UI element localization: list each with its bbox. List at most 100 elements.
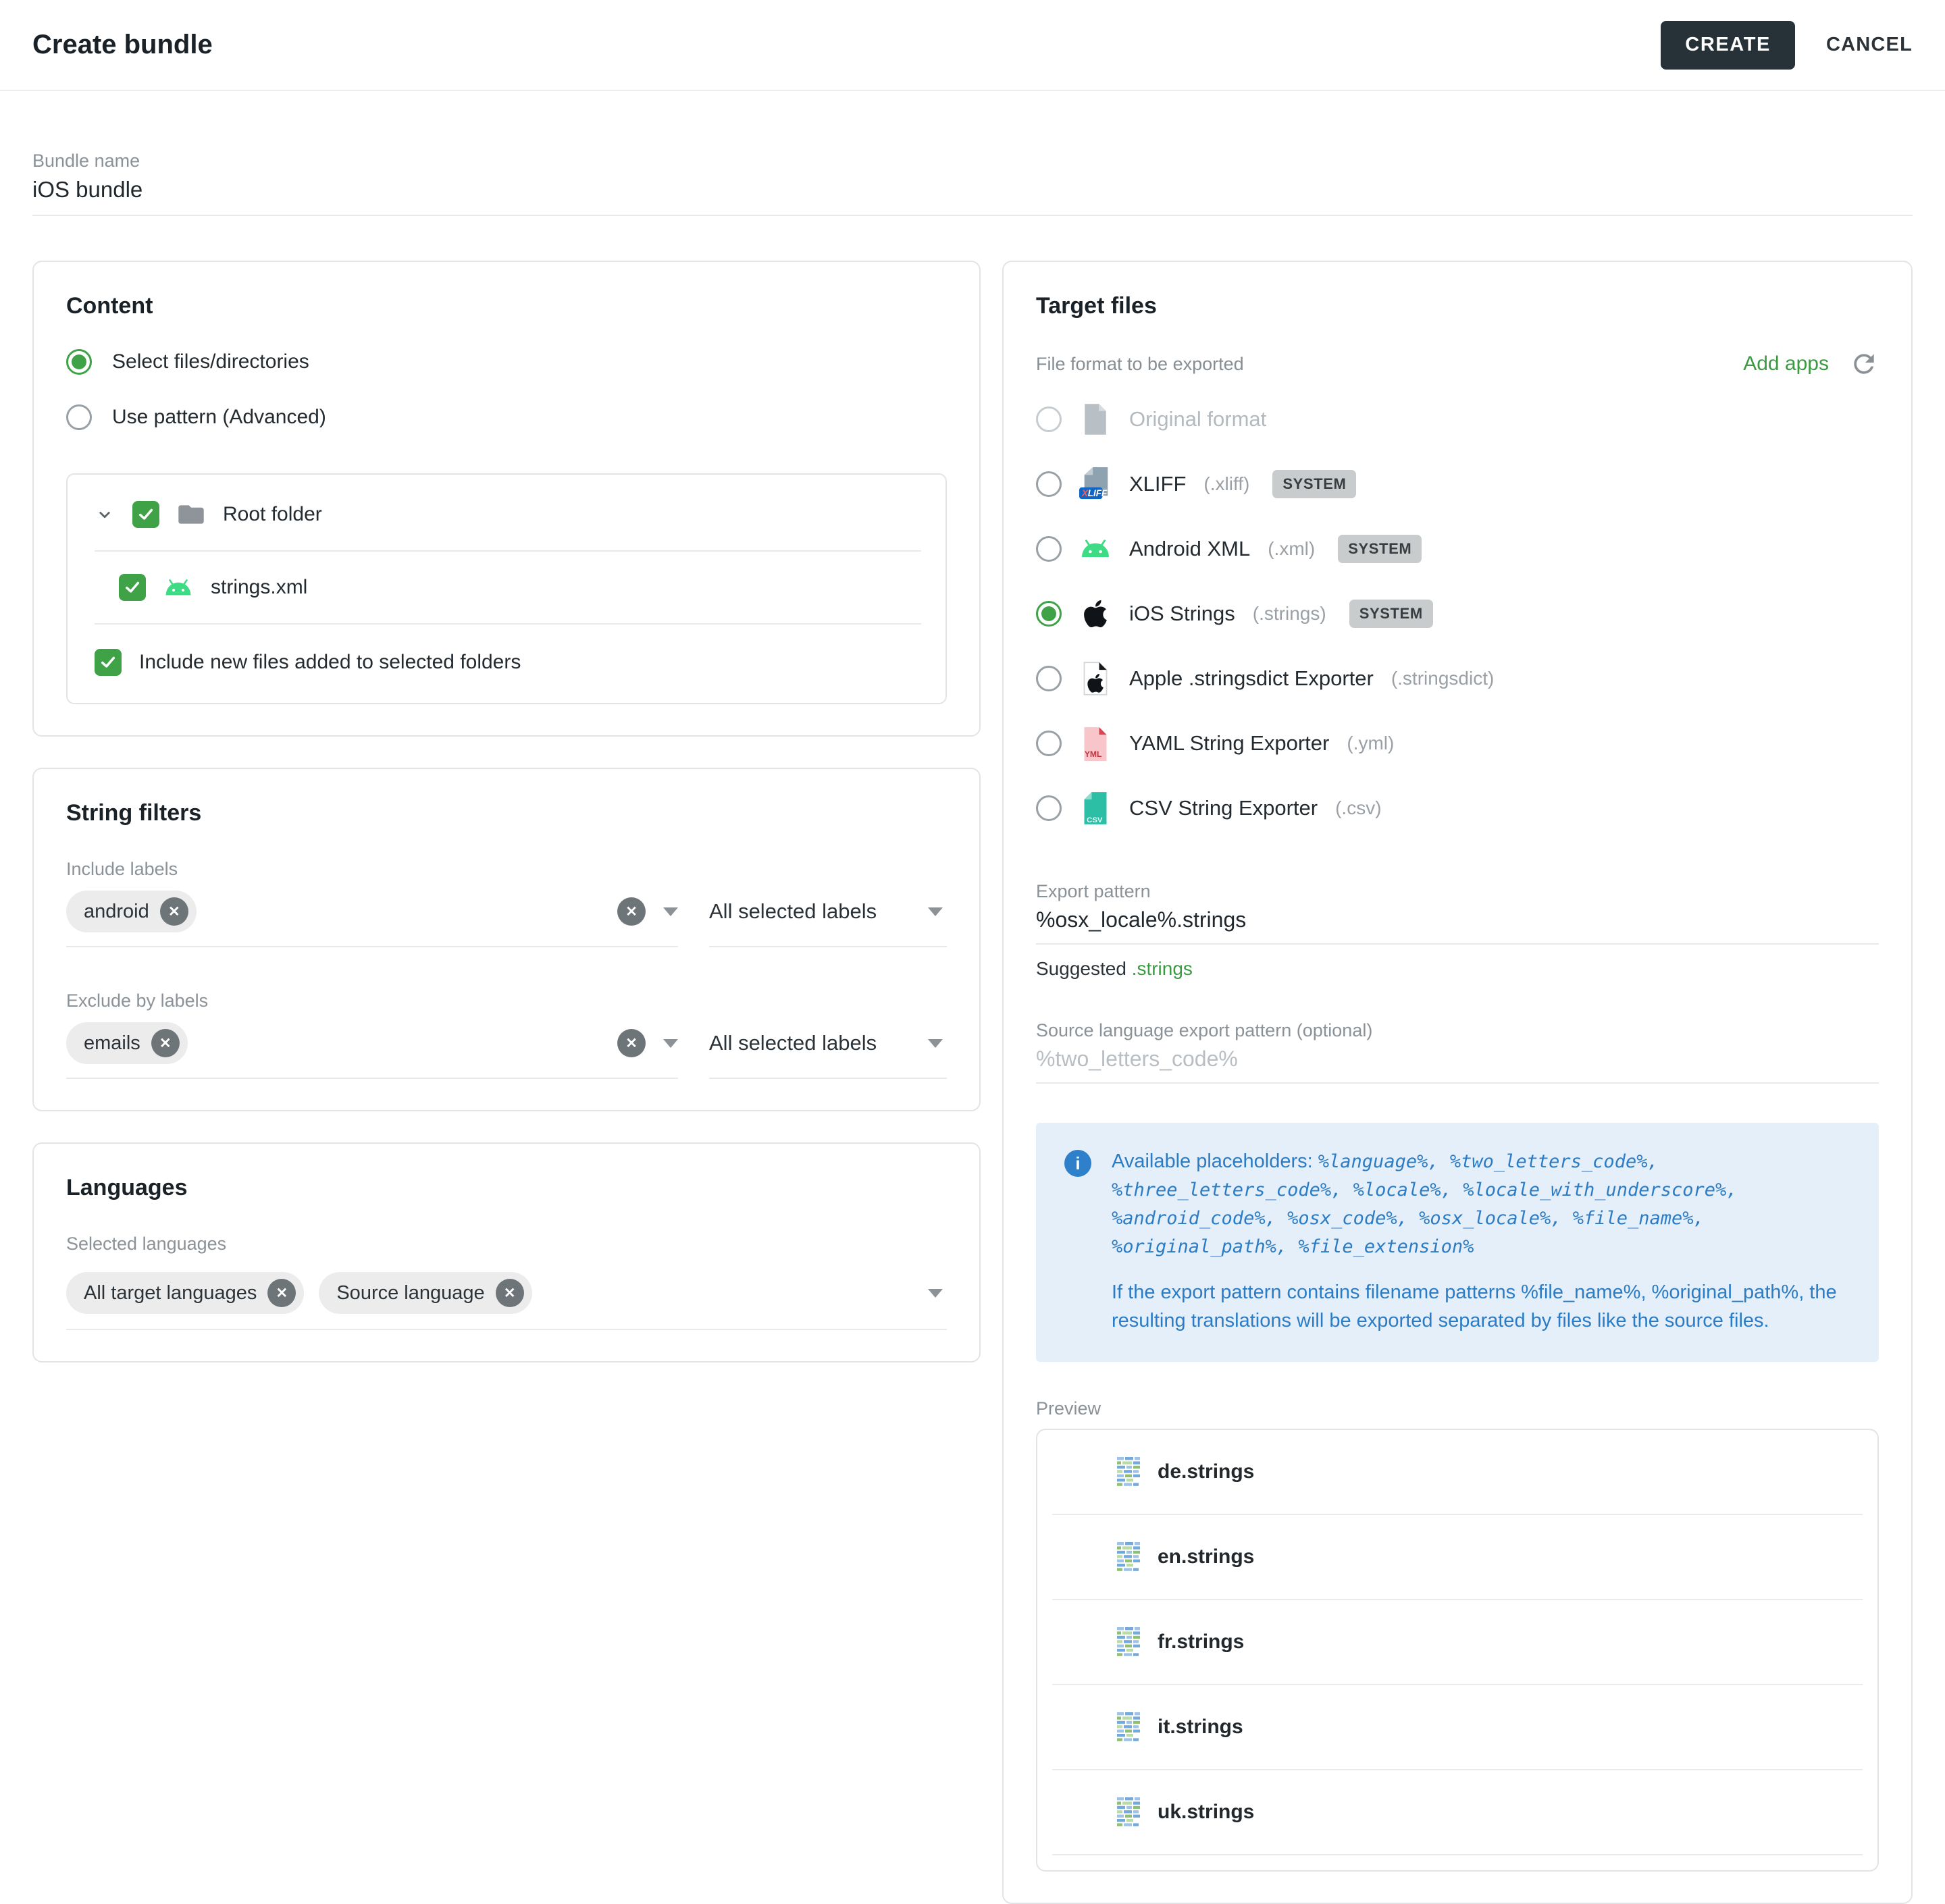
file-tree: Root folder strings.xml Include new file… bbox=[66, 473, 947, 704]
format-option-row[interactable]: Android XML (.xml) SYSTEM bbox=[1036, 517, 1879, 581]
format-radio[interactable] bbox=[1036, 536, 1062, 562]
radio-use-pattern-control[interactable] bbox=[66, 404, 92, 430]
format-radio[interactable] bbox=[1036, 666, 1062, 691]
label-chip[interactable]: emails ✕ bbox=[66, 1022, 188, 1064]
remove-chip-icon[interactable]: ✕ bbox=[496, 1279, 524, 1307]
bundle-name-input[interactable] bbox=[32, 177, 1913, 216]
include-labels-controls: ✕ bbox=[617, 897, 678, 926]
placeholder-token: %three_letters_code%, bbox=[1112, 1180, 1353, 1200]
selected-languages-label: Selected languages bbox=[66, 1234, 947, 1254]
chevron-down-icon[interactable] bbox=[663, 1039, 678, 1048]
format-radio[interactable] bbox=[1036, 731, 1062, 756]
format-radio[interactable] bbox=[1036, 471, 1062, 497]
file-format-label: File format to be exported bbox=[1036, 354, 1244, 375]
format-option-row[interactable]: Original format bbox=[1036, 387, 1879, 452]
placeholder-token: %osx_locale%, bbox=[1419, 1208, 1573, 1229]
placeholder-token: %language%, bbox=[1318, 1151, 1450, 1172]
string-filters-title: String filters bbox=[66, 800, 947, 826]
columns: Content Select files/directories Use pat… bbox=[32, 261, 1913, 1904]
format-option-row[interactable]: Apple .stringsdict Exporter (.stringsdic… bbox=[1036, 646, 1879, 711]
preview-file-name: uk.strings bbox=[1158, 1801, 1254, 1824]
placeholders-line: Available placeholders: %language%, %two… bbox=[1112, 1147, 1850, 1261]
strings-xml-checkbox[interactable] bbox=[119, 574, 146, 601]
format-option-row[interactable]: CSV CSV String Exporter (.csv) bbox=[1036, 776, 1879, 841]
include-labels-field[interactable]: android ✕ ✕ bbox=[66, 880, 678, 947]
info-icon: i bbox=[1064, 1150, 1091, 1177]
format-icon bbox=[1079, 401, 1112, 438]
label-chip[interactable]: android ✕ bbox=[66, 891, 197, 932]
label-chip[interactable]: Source language ✕ bbox=[319, 1272, 531, 1314]
suggested-value[interactable]: .strings bbox=[1132, 958, 1193, 979]
android-file-icon bbox=[163, 579, 193, 597]
placeholder-token: %two_letters_code%, bbox=[1450, 1151, 1659, 1172]
folder-icon bbox=[177, 503, 205, 526]
format-name: XLIFF bbox=[1129, 472, 1186, 496]
format-option-row[interactable]: XLIFF XLIFF (.xliff) SYSTEM bbox=[1036, 452, 1879, 517]
radio-select-files[interactable]: Select files/directories bbox=[66, 349, 947, 375]
header: Create bundle CREATE CANCEL bbox=[0, 0, 1945, 91]
clear-icon[interactable]: ✕ bbox=[617, 1029, 646, 1057]
format-icon: YML bbox=[1079, 725, 1112, 762]
include-labels-label: Include labels bbox=[66, 859, 947, 880]
add-apps-link[interactable]: Add apps bbox=[1743, 352, 1829, 375]
format-radio[interactable] bbox=[1036, 406, 1062, 432]
include-labels-line: android ✕ ✕ All selected labels bbox=[66, 880, 947, 947]
target-files-title: Target files bbox=[1036, 293, 1879, 319]
radio-select-files-control[interactable] bbox=[66, 349, 92, 375]
exclude-labels-controls: ✕ bbox=[617, 1029, 678, 1057]
placeholder-token: %locale_with_underscore%, bbox=[1463, 1180, 1737, 1200]
remove-chip-icon[interactable]: ✕ bbox=[160, 897, 188, 926]
include-new-files-label: Include new files added to selected fold… bbox=[139, 651, 521, 674]
chevron-down-icon[interactable] bbox=[95, 504, 115, 525]
chip-label: emails bbox=[84, 1032, 140, 1055]
source-pattern-input[interactable] bbox=[1036, 1047, 1879, 1084]
chevron-down-icon bbox=[928, 907, 943, 916]
exclude-labels-field[interactable]: emails ✕ ✕ bbox=[66, 1011, 678, 1079]
include-new-files-checkbox[interactable] bbox=[95, 649, 122, 676]
chip-label: All target languages bbox=[84, 1282, 257, 1304]
format-icon: XLIFF bbox=[1079, 466, 1112, 502]
suggested-label: Suggested bbox=[1036, 958, 1126, 979]
chevron-down-icon[interactable] bbox=[663, 907, 678, 916]
clear-icon[interactable]: ✕ bbox=[617, 897, 646, 926]
format-list: Original format XLIFF XLIFF (.xliff) SYS… bbox=[1036, 387, 1879, 841]
format-icon bbox=[1079, 660, 1112, 697]
tree-row-root[interactable]: Root folder bbox=[95, 492, 921, 537]
placeholder-token: %locale%, bbox=[1353, 1180, 1463, 1200]
preview-file-row: en.strings bbox=[1052, 1515, 1863, 1600]
include-labels-mode-value: All selected labels bbox=[709, 899, 877, 924]
export-pattern-field: Export pattern bbox=[1036, 881, 1879, 945]
preview-file-row: it.strings bbox=[1052, 1685, 1863, 1770]
remove-chip-icon[interactable]: ✕ bbox=[151, 1029, 180, 1057]
include-labels-mode-select[interactable]: All selected labels bbox=[709, 880, 947, 947]
selected-languages-field[interactable]: All target languages ✕ Source language ✕ bbox=[66, 1261, 947, 1330]
include-new-files-row[interactable]: Include new files added to selected fold… bbox=[95, 649, 921, 676]
content-title: Content bbox=[66, 293, 947, 319]
exclude-labels-chips: emails ✕ bbox=[66, 1022, 601, 1064]
bundle-name-field: Bundle name bbox=[32, 151, 1913, 216]
label-chip[interactable]: All target languages ✕ bbox=[66, 1272, 304, 1314]
format-option-row[interactable]: iOS Strings (.strings) SYSTEM bbox=[1036, 581, 1879, 646]
radio-use-pattern[interactable]: Use pattern (Advanced) bbox=[66, 404, 947, 430]
preview-label: Preview bbox=[1036, 1398, 1879, 1419]
format-name: Android XML bbox=[1129, 537, 1250, 561]
format-option-row[interactable]: YML YAML String Exporter (.yml) bbox=[1036, 711, 1879, 776]
format-extension: (.xml) bbox=[1268, 538, 1315, 560]
format-radio[interactable] bbox=[1036, 601, 1062, 627]
create-button[interactable]: CREATE bbox=[1661, 21, 1795, 70]
chevron-down-icon[interactable] bbox=[928, 1289, 943, 1298]
cancel-button[interactable]: CANCEL bbox=[1826, 34, 1913, 56]
export-pattern-input[interactable] bbox=[1036, 907, 1879, 945]
chip-label: android bbox=[84, 901, 149, 923]
format-extension: (.strings) bbox=[1253, 603, 1326, 625]
page-title: Create bundle bbox=[32, 30, 213, 60]
content-card: Content Select files/directories Use pat… bbox=[32, 261, 981, 737]
format-radio[interactable] bbox=[1036, 795, 1062, 821]
remove-chip-icon[interactable]: ✕ bbox=[267, 1279, 296, 1307]
tree-row-file[interactable]: strings.xml bbox=[119, 565, 921, 610]
refresh-icon[interactable] bbox=[1849, 349, 1879, 379]
root-folder-checkbox[interactable] bbox=[132, 501, 159, 528]
system-badge: SYSTEM bbox=[1349, 600, 1433, 628]
system-badge: SYSTEM bbox=[1272, 470, 1356, 498]
exclude-labels-mode-select[interactable]: All selected labels bbox=[709, 1011, 947, 1079]
